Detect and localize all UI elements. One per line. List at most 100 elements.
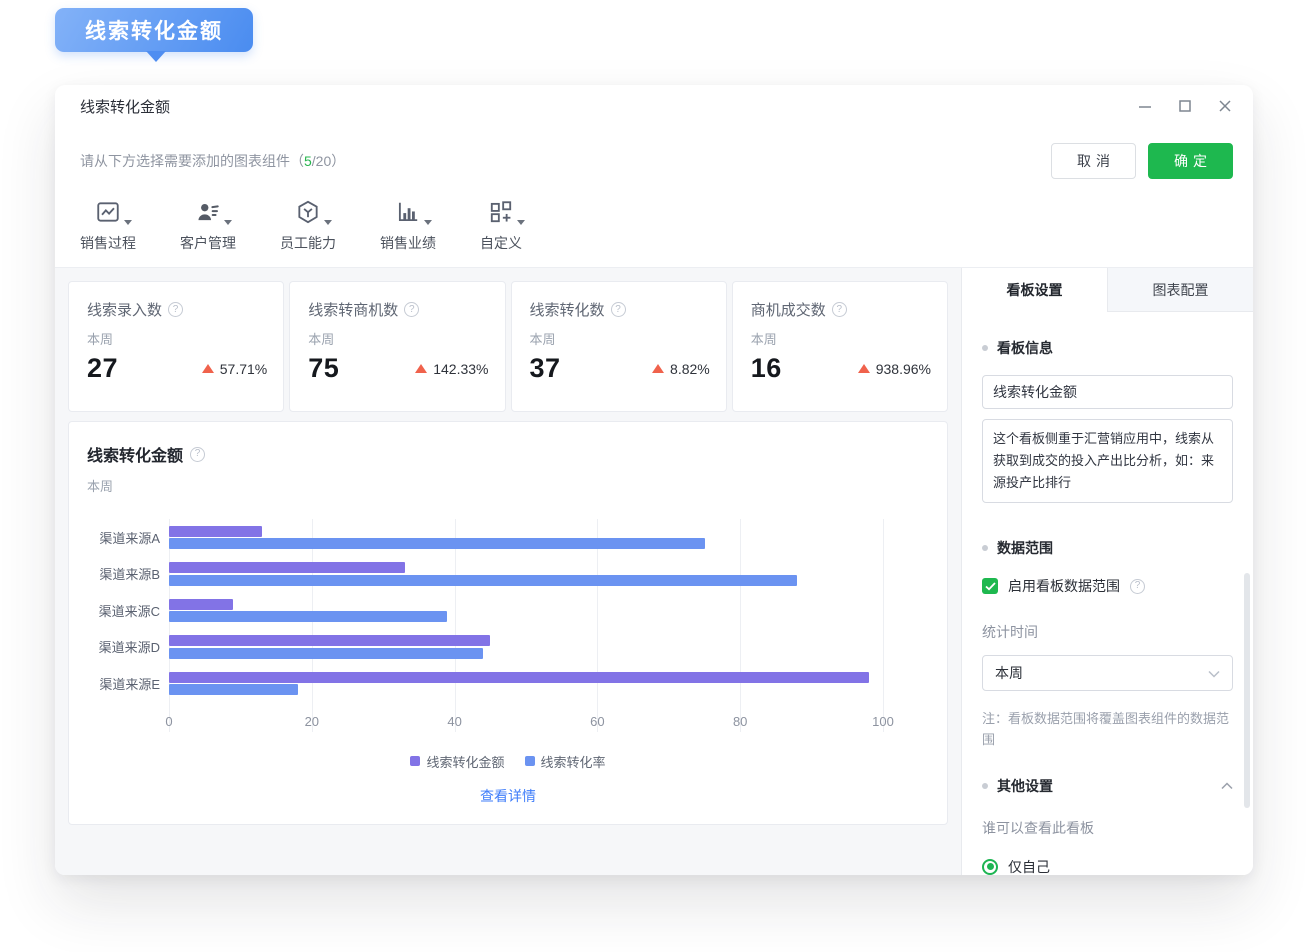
- increase-triangle-icon: [652, 364, 664, 373]
- help-icon[interactable]: ?: [1130, 579, 1145, 594]
- x-tick-label: 80: [733, 714, 747, 729]
- tab-board-settings[interactable]: 看板设置: [962, 268, 1107, 312]
- chart-category-label: 渠道来源A: [87, 528, 169, 547]
- chevron-down-icon: [1208, 665, 1220, 681]
- section-board-info: 看板信息: [982, 338, 1233, 358]
- bar-chart: 渠道来源A渠道来源B渠道来源C渠道来源D渠道来源E 020406080100: [87, 519, 929, 732]
- stat-card-value: 16: [751, 353, 782, 384]
- stat-card-delta: 938.96%: [876, 361, 931, 377]
- chevron-up-icon[interactable]: [1221, 782, 1233, 790]
- chart-bar[interactable]: [169, 538, 705, 549]
- help-icon[interactable]: ?: [190, 447, 205, 462]
- feature-badge: 线索转化金额: [55, 8, 253, 52]
- window-titlebar: 线索转化金额: [55, 85, 1253, 127]
- view-details-link[interactable]: 查看详情: [87, 786, 929, 806]
- bar-chart-card[interactable]: 线索转化金额 ? 本周 渠道来源A渠道来源B渠道来源C渠道来源D渠道来源E 02…: [68, 421, 948, 825]
- chart-bar[interactable]: [169, 562, 405, 573]
- stat-card-period: 本周: [530, 329, 712, 348]
- caret-down-icon: [224, 220, 232, 225]
- board-name-input[interactable]: [982, 375, 1233, 409]
- chart-bar[interactable]: [169, 611, 447, 622]
- panel-scrollbar[interactable]: [1244, 573, 1250, 808]
- stat-card-deals-won[interactable]: 商机成交数 ? 本周 16 938.96%: [732, 281, 948, 412]
- chart-bar[interactable]: [169, 599, 233, 610]
- legend-swatch-icon: [525, 756, 535, 766]
- toolbar-item-label: 客户管理: [180, 233, 236, 253]
- stat-card-value: 27: [87, 353, 118, 384]
- legend-item[interactable]: 线索转化率: [525, 752, 606, 771]
- stat-card-delta: 142.33%: [433, 361, 488, 377]
- stat-card-period: 本周: [308, 329, 490, 348]
- chart-row: 渠道来源C: [87, 592, 929, 629]
- data-range-note: 注：看板数据范围将覆盖图表组件的数据范围: [982, 709, 1233, 751]
- chart-legend: 线索转化金额 线索转化率: [87, 752, 929, 771]
- stat-card-period: 本周: [751, 329, 933, 348]
- chart-category-label: 渠道来源C: [87, 601, 169, 620]
- chart-bar[interactable]: [169, 672, 869, 683]
- toolbar-item-sales-process[interactable]: 销售过程: [80, 199, 136, 253]
- stat-time-select[interactable]: 本周: [982, 655, 1233, 691]
- stat-card-title: 商机成交数: [751, 299, 826, 320]
- confirm-button[interactable]: 确定: [1148, 143, 1233, 179]
- help-icon[interactable]: ?: [404, 302, 419, 317]
- instruction-text: 请从下方选择需要添加的图表组件（5/20）: [80, 151, 345, 171]
- chart-bar[interactable]: [169, 635, 490, 646]
- help-icon[interactable]: ?: [168, 302, 183, 317]
- section-data-range: 数据范围: [982, 538, 1233, 558]
- line-chart-square-icon: [95, 199, 121, 230]
- caret-down-icon: [517, 220, 525, 225]
- close-icon[interactable]: [1217, 98, 1233, 114]
- stat-card-delta: 57.71%: [220, 361, 267, 377]
- bullet-dot-icon: [982, 783, 988, 789]
- squares-plus-icon: [488, 199, 514, 230]
- panel-tabs: 看板设置 图表配置: [962, 268, 1253, 312]
- toolbar-item-customer-management[interactable]: 客户管理: [180, 199, 236, 253]
- x-tick-label: 100: [872, 714, 894, 729]
- stat-card-title: 线索转化数: [530, 299, 605, 320]
- chart-row: 渠道来源E: [87, 665, 929, 702]
- stat-card-leads-to-opportunity[interactable]: 线索转商机数 ? 本周 75 142.33%: [289, 281, 505, 412]
- enable-data-range-checkbox[interactable]: [982, 578, 998, 594]
- chart-category-label: 渠道来源B: [87, 564, 169, 583]
- dashboard-config-dialog: 线索转化金额 请从下方选择需要添加的图表组件（5/20） 取消 确定: [55, 85, 1253, 875]
- caret-down-icon: [124, 220, 132, 225]
- window-title: 线索转化金额: [80, 96, 170, 117]
- only-me-radio[interactable]: [982, 859, 998, 875]
- cancel-button[interactable]: 取消: [1051, 143, 1136, 179]
- panel-body: 看板信息 这个看板侧重于汇营销应用中，线索从获取到成交的投入产出比分析，如：来源…: [962, 312, 1253, 875]
- tab-chart-config[interactable]: 图表配置: [1107, 268, 1253, 312]
- chart-category-label: 渠道来源E: [87, 674, 169, 693]
- caret-down-icon: [424, 220, 432, 225]
- chart-title: 线索转化金额: [87, 442, 183, 466]
- visibility-label: 谁可以查看此看板: [982, 818, 1233, 838]
- stat-card-value: 75: [308, 353, 339, 384]
- legend-label: 线索转化金额: [426, 752, 504, 771]
- chart-bar[interactable]: [169, 684, 298, 695]
- minimize-icon[interactable]: [1137, 98, 1153, 114]
- board-description-textarea[interactable]: 这个看板侧重于汇营销应用中，线索从获取到成交的投入产出比分析，如：来源投产比排行: [982, 419, 1233, 503]
- toolbar-item-employee-ability[interactable]: 员工能力: [280, 199, 336, 253]
- chart-bar[interactable]: [169, 526, 262, 537]
- toolbar-item-sales-performance[interactable]: 销售业绩: [380, 199, 436, 253]
- x-tick-label: 60: [590, 714, 604, 729]
- bar-chart-axis-icon: [395, 199, 421, 230]
- help-icon[interactable]: ?: [832, 302, 847, 317]
- stat-card-leads-entered[interactable]: 线索录入数 ? 本周 27 57.71%: [68, 281, 284, 412]
- help-icon[interactable]: ?: [611, 302, 626, 317]
- stat-card-leads-converted[interactable]: 线索转化数 ? 本周 37 8.82%: [511, 281, 727, 412]
- legend-item[interactable]: 线索转化金额: [410, 752, 504, 771]
- chart-category-label: 渠道来源D: [87, 637, 169, 656]
- chart-bar[interactable]: [169, 648, 483, 659]
- chart-bar[interactable]: [169, 575, 797, 586]
- legend-swatch-icon: [410, 756, 420, 766]
- stat-time-label: 统计时间: [982, 622, 1233, 642]
- stat-card-title: 线索录入数: [87, 299, 162, 320]
- toolbar-item-label: 销售业绩: [380, 233, 436, 253]
- maximize-icon[interactable]: [1177, 98, 1193, 114]
- toolbar-item-custom[interactable]: 自定义: [480, 199, 522, 253]
- bullet-dot-icon: [982, 345, 988, 351]
- chart-period: 本周: [87, 476, 929, 495]
- increase-triangle-icon: [202, 364, 214, 373]
- caret-down-icon: [324, 220, 332, 225]
- enable-data-range-row: 启用看板数据范围 ?: [982, 576, 1233, 596]
